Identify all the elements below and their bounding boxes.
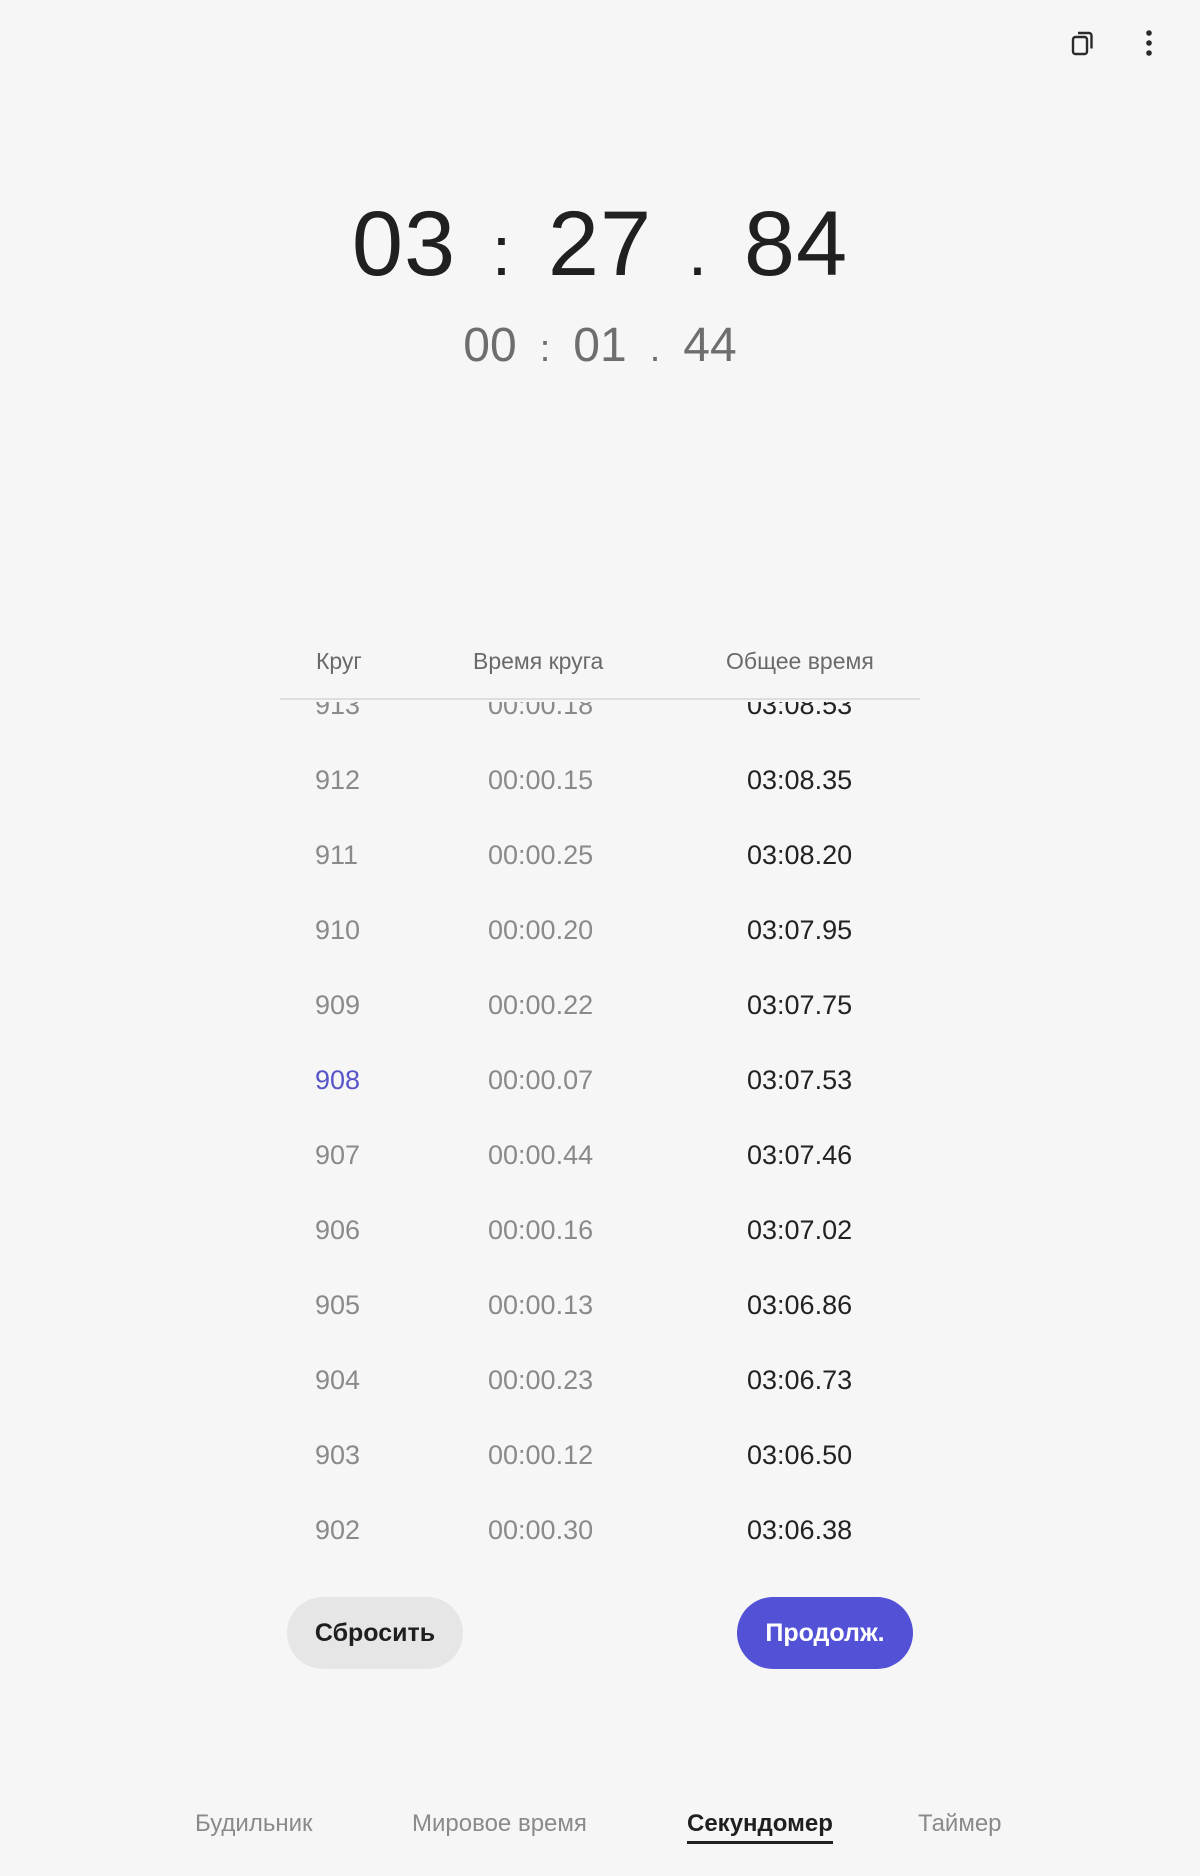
time-separator: : [491, 212, 513, 290]
elapsed-seconds: 27 [547, 193, 653, 295]
total-time-value: 03:08.20 [747, 840, 853, 870]
lap-time-value: 00:00.18 [488, 702, 594, 720]
lap-time-value: 00:00.25 [488, 840, 594, 870]
lap-time-value: 00:00.16 [488, 1215, 594, 1245]
lap-row: 905 00:00.13 03:06.86 [280, 1268, 920, 1343]
lap-row: 904 00:00.23 03:06.73 [280, 1343, 920, 1418]
lap-number: 904 [315, 1365, 361, 1395]
lap-row: 906 00:00.16 03:07.02 [280, 1193, 920, 1268]
reset-button[interactable]: Сбросить [287, 1597, 463, 1669]
total-time-value: 03:06.86 [747, 1290, 853, 1320]
current-lap-display: 00 : 01 . 44 [0, 318, 1200, 373]
time-separator: . [687, 212, 709, 290]
total-time-value: 03:08.53 [747, 702, 853, 720]
tab-timer[interactable]: Таймер [918, 1810, 1002, 1838]
top-toolbar [1062, 22, 1170, 64]
tab-alarm[interactable]: Будильник [195, 1810, 313, 1838]
lap-number: 905 [315, 1290, 361, 1320]
lap-row: 913 00:00.18 03:08.53 [280, 702, 920, 743]
lap-time-value: 00:00.13 [488, 1290, 594, 1320]
lap-number: 909 [315, 990, 361, 1020]
total-time-value: 03:06.73 [747, 1365, 853, 1395]
lap-row: 903 00:00.12 03:06.50 [280, 1418, 920, 1493]
total-time-value: 03:06.38 [747, 1515, 853, 1545]
lap-row: 912 00:00.15 03:08.35 [280, 743, 920, 818]
lap-minutes: 00 [463, 319, 517, 372]
lap-time-value: 00:00.15 [488, 765, 594, 795]
lap-list[interactable]: 913 00:00.18 03:08.53 912 00:00.15 03:08.35 91… [280, 702, 920, 1564]
multi-window-icon[interactable] [1062, 22, 1104, 64]
lap-number: 902 [315, 1515, 361, 1545]
lap-row: 911 00:00.25 03:08.20 [280, 818, 920, 893]
time-separator: : [539, 328, 551, 370]
lap-time-value: 00:00.20 [488, 915, 594, 945]
lap-number: 908 [315, 1065, 361, 1095]
header-lap-time: Время круга [473, 648, 604, 674]
lap-hundredths: 44 [683, 319, 737, 372]
lap-row: 908 00:00.07 03:07.53 [280, 1043, 920, 1118]
lap-number: 906 [315, 1215, 361, 1245]
lap-rows: 913 00:00.18 03:08.53 912 00:00.15 03:08.35 91… [280, 702, 920, 1564]
more-options-icon[interactable] [1128, 22, 1170, 64]
total-time-value: 03:07.53 [747, 1065, 853, 1095]
lap-time-value: 00:00.12 [488, 1440, 594, 1470]
elapsed-hundredths: 84 [743, 193, 849, 295]
lap-number: 910 [315, 915, 361, 945]
lap-number: 912 [315, 765, 361, 795]
lap-time-value: 00:00.22 [488, 990, 594, 1020]
elapsed-time-display: 03 : 27 . 84 [0, 192, 1200, 297]
lap-row: 902 00:00.30 03:06.38 [280, 1493, 920, 1564]
total-time-value: 03:06.50 [747, 1440, 853, 1470]
lap-seconds: 01 [573, 319, 627, 372]
time-separator: . [649, 328, 661, 370]
tab-world-clock[interactable]: Мировое время [412, 1810, 587, 1838]
bottom-nav: Будильник Мировое время Секундомер Тайме… [0, 1810, 1200, 1850]
lap-number: 913 [315, 702, 361, 720]
header-total-time: Общее время [726, 648, 874, 674]
lap-number: 911 [315, 840, 359, 870]
lap-row: 907 00:00.44 03:07.46 [280, 1118, 920, 1193]
total-time-value: 03:07.75 [747, 990, 853, 1020]
total-time-value: 03:08.35 [747, 765, 853, 795]
lap-row: 909 00:00.22 03:07.75 [280, 968, 920, 1043]
elapsed-minutes: 03 [351, 193, 457, 295]
total-time-value: 03:07.46 [747, 1140, 853, 1170]
total-time-value: 03:07.02 [747, 1215, 853, 1245]
header-lap: Круг [316, 648, 362, 674]
lap-number: 907 [315, 1140, 361, 1170]
total-time-value: 03:07.95 [747, 915, 853, 945]
lap-table-header: Круг Время круга Общее время [280, 640, 920, 700]
stopwatch-screen: 03 : 27 . 84 00 : 01 . 44 Круг Время кру… [0, 0, 1200, 1876]
lap-time-value: 00:00.23 [488, 1365, 594, 1395]
lap-time-value: 00:00.07 [488, 1065, 594, 1095]
lap-row: 910 00:00.20 03:07.95 [280, 893, 920, 968]
tab-stopwatch[interactable]: Секундомер [687, 1810, 833, 1844]
continue-button[interactable]: Продолж. [737, 1597, 913, 1669]
lap-number: 903 [315, 1440, 361, 1470]
lap-time-value: 00:00.44 [488, 1140, 594, 1170]
lap-time-value: 00:00.30 [488, 1515, 594, 1545]
